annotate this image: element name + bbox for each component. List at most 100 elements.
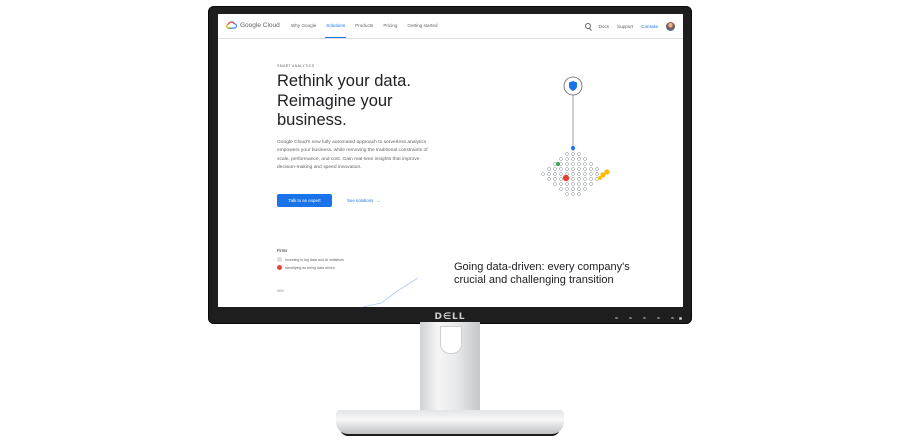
nav-links: Why Google Solutions Products Pricing Ge…: [286, 14, 443, 38]
dot-grid: [541, 147, 605, 196]
section-headline: Going data-driven: every company's cruci…: [454, 261, 630, 286]
grid-dot: [571, 162, 575, 166]
grid-dot: [559, 167, 563, 171]
grid-dot: [583, 162, 587, 166]
grid-dot: [565, 187, 569, 191]
grid-dot: [577, 192, 581, 196]
grid-dot: [547, 167, 551, 171]
axis-tick: 40%: [277, 289, 284, 293]
nav-link-solutions[interactable]: Solutions: [321, 14, 350, 38]
grid-dot: [583, 182, 587, 186]
grid-dot: [589, 182, 593, 186]
nav-link-why-google[interactable]: Why Google: [286, 14, 321, 38]
legend-item-data-driven: Identifying as being data driven: [277, 265, 335, 270]
legend-item-investing: Investing in big data and AI initiatives: [277, 257, 344, 262]
legend-dot-red: [277, 265, 282, 270]
grid-dot: [583, 157, 587, 161]
grid-dot: [559, 177, 563, 181]
grid-dot: [571, 157, 575, 161]
grid-dot: [583, 177, 587, 181]
grid-dot: [565, 152, 569, 156]
nav-right: Docs Support Console: [584, 14, 675, 38]
grid-dot: [583, 172, 587, 176]
grid-dot: [565, 192, 569, 196]
dell-logo: D∈LL: [434, 312, 466, 322]
grid-dot: [553, 182, 557, 186]
arrow-right-icon: →: [376, 198, 381, 203]
grid-dot: [577, 187, 581, 191]
grid-dot: [541, 172, 545, 176]
grid-dot: [589, 167, 593, 171]
nav-console[interactable]: Console: [641, 24, 658, 29]
title-line-2: Reimagine your: [277, 91, 393, 110]
grid-dot: [583, 187, 587, 191]
grid-dot: [565, 182, 569, 186]
grid-dot: [559, 172, 563, 176]
grid-dot: [595, 172, 599, 176]
grid-dot: [589, 177, 593, 181]
chart-label-firms: Firms: [277, 248, 288, 253]
power-led: [679, 317, 682, 320]
grid-dot: [583, 167, 587, 171]
grid-dot: [553, 167, 557, 171]
nav-link-getting-started[interactable]: Getting started: [402, 14, 442, 38]
top-navigation: Google Cloud Why Google Solutions Produc…: [218, 14, 683, 39]
grid-dot: [577, 167, 581, 171]
grid-dot: [571, 192, 575, 196]
stand-base: [336, 410, 564, 434]
grid-dot: [577, 157, 581, 161]
grid-dot: [565, 157, 569, 161]
legend-label: Investing in big data and AI initiatives: [285, 257, 344, 262]
title-line-1: Rethink your data.: [277, 72, 411, 90]
dot-blue: [571, 146, 575, 150]
title-line-3: business.: [277, 111, 347, 129]
dot-yellow: [604, 169, 610, 175]
dot-yellow: [598, 176, 602, 180]
nav-docs[interactable]: Docs: [599, 24, 609, 29]
grid-dot: [547, 172, 551, 176]
grid-dot: [577, 182, 581, 186]
legend-dot-grey: [277, 257, 282, 262]
grid-dot: [577, 177, 581, 181]
see-solutions-link[interactable]: See solutions →: [347, 194, 381, 207]
brand-name: Google Cloud: [240, 21, 280, 29]
talk-to-expert-button[interactable]: Talk to an expert: [277, 194, 332, 207]
grid-dot: [571, 177, 575, 181]
grid-dot: [571, 172, 575, 176]
grid-dot: [559, 157, 563, 161]
grid-dot: [577, 162, 581, 166]
data-network-illustration: [541, 76, 610, 196]
grid-dot: [577, 172, 581, 176]
stand-cable-hole: [440, 326, 462, 354]
google-cloud-logo[interactable]: Google Cloud: [226, 21, 280, 29]
nav-link-products[interactable]: Products: [350, 14, 378, 38]
grid-dot: [559, 187, 563, 191]
grid-dot: [565, 167, 569, 171]
grid-dot: [571, 187, 575, 191]
legend-label: Identifying as being data driven: [285, 265, 335, 270]
nav-support[interactable]: Support: [617, 24, 633, 29]
grid-dot: [577, 152, 581, 156]
grid-dot: [553, 172, 557, 176]
grid-dot: [571, 152, 575, 156]
see-solutions-label: See solutions: [347, 198, 374, 203]
google-cloud-icon: [226, 21, 237, 29]
search-icon[interactable]: [584, 23, 591, 29]
grid-dot: [547, 177, 551, 181]
grid-dot: [595, 167, 599, 171]
grid-dot: [571, 167, 575, 171]
grid-dot: [565, 162, 569, 166]
nav-link-pricing[interactable]: Pricing: [378, 14, 402, 38]
grid-dot: [553, 177, 557, 181]
avatar[interactable]: [666, 21, 675, 31]
page-title: Rethink your data. Reimagine your busine…: [277, 72, 437, 131]
hero-description: Google Cloud's new fully automated appro…: [277, 140, 428, 171]
grid-dot: [589, 172, 593, 176]
grid-dot: [571, 182, 575, 186]
monitor-screen: Google Cloud Why Google Solutions Produc…: [218, 14, 683, 307]
dot-green: [556, 162, 560, 166]
grid-dot: [589, 162, 593, 166]
dot-red: [562, 174, 570, 182]
grid-dot: [559, 182, 563, 186]
monitor-buttons: [615, 317, 674, 319]
